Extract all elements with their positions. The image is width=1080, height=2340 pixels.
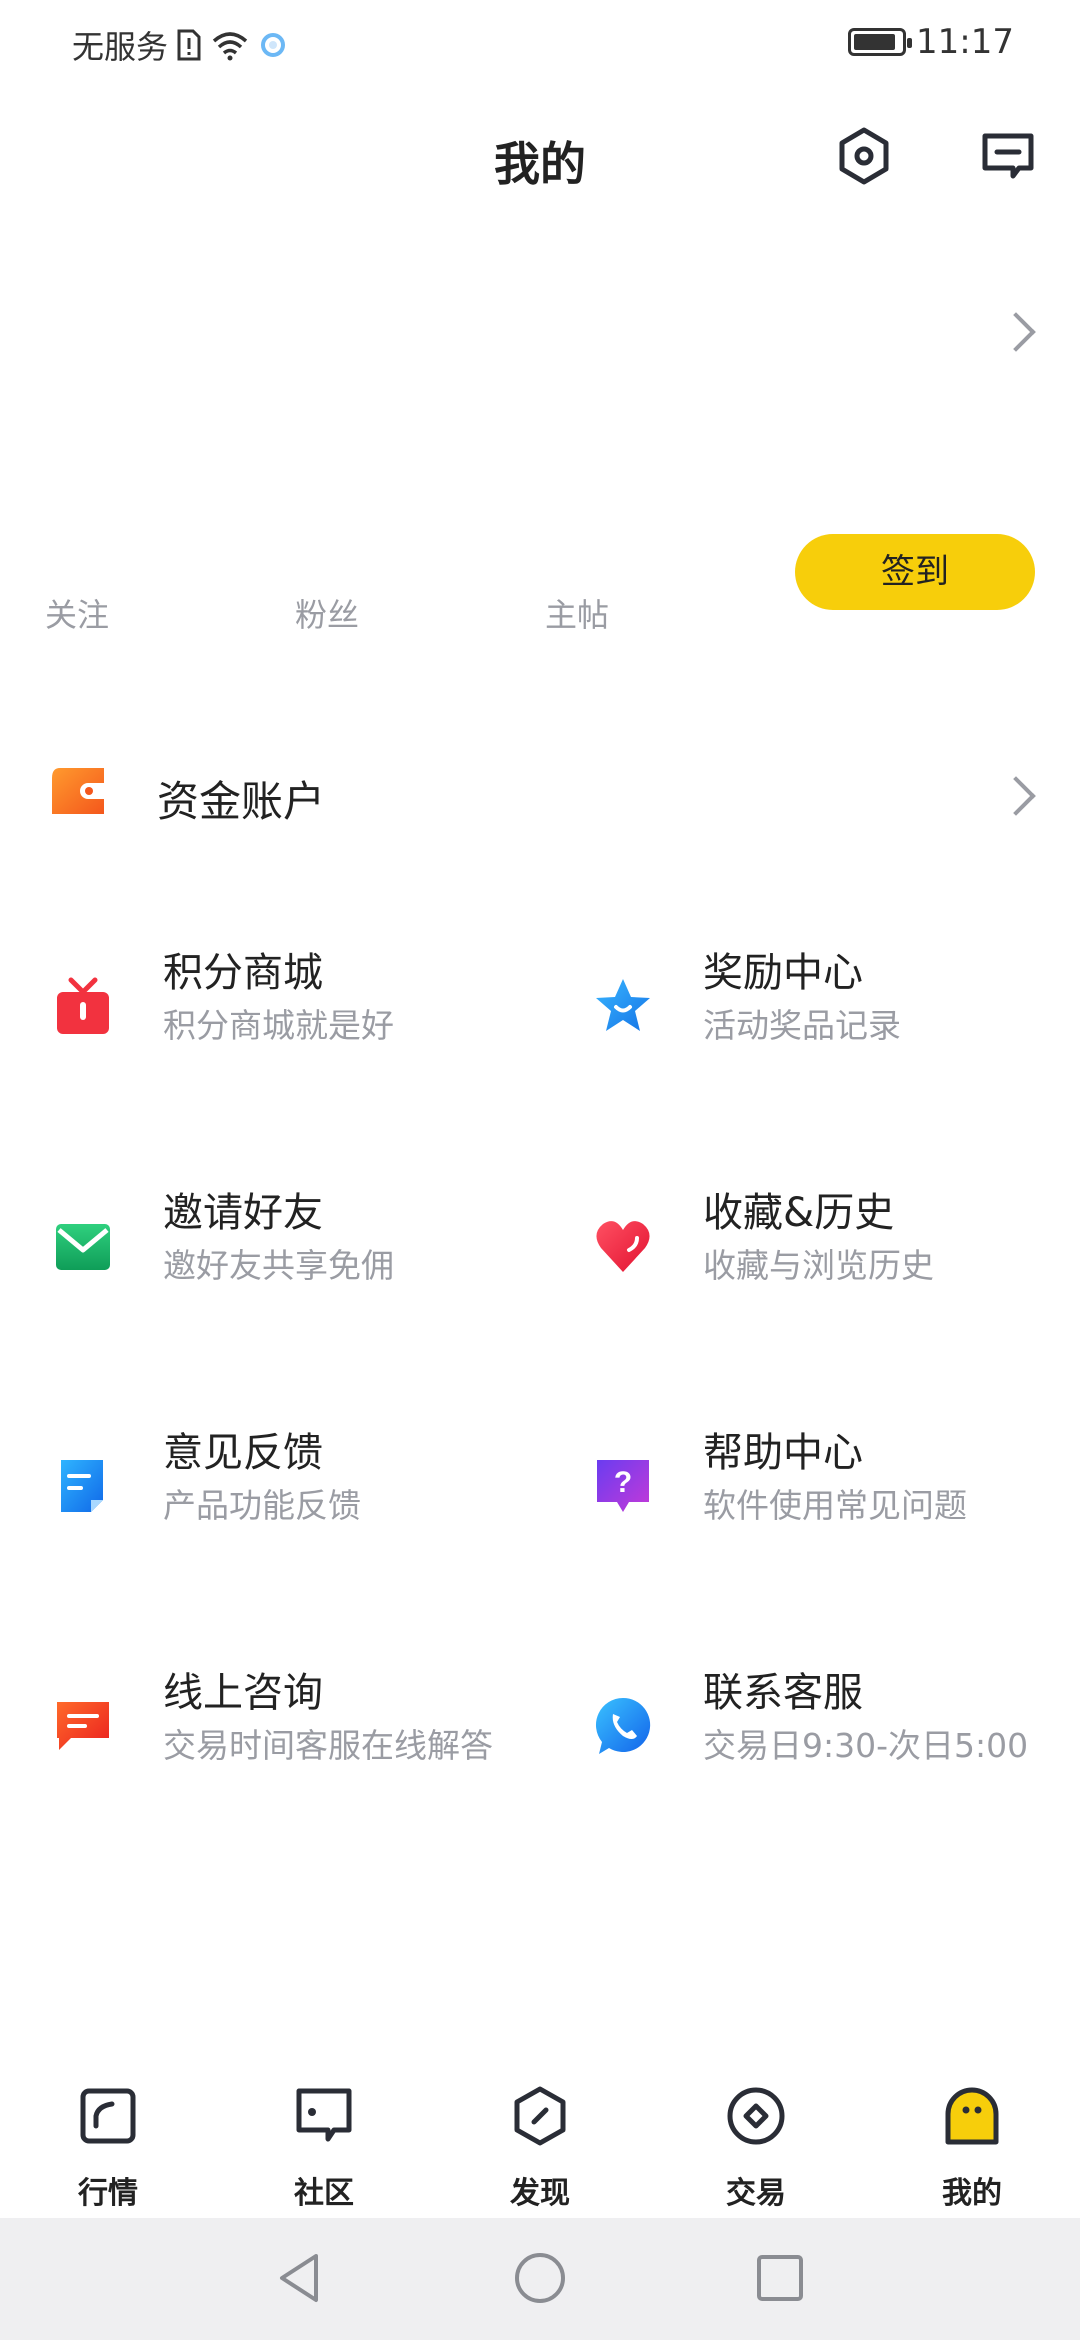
fund-account-label: 资金账户 [157, 777, 326, 826]
feature-subtitle: 软件使用常见问题 [703, 1486, 967, 1525]
nav-label: 发现 [510, 2176, 570, 2211]
clock-text: 11:17 [916, 22, 1014, 62]
gift-icon [57, 977, 109, 1034]
header: 我的 [0, 110, 1080, 200]
fans-stat[interactable]: 粉丝 [295, 590, 359, 636]
feature-subtitle: 收藏与浏览历史 [703, 1246, 934, 1285]
feature-help-center[interactable]: ? 帮助中心 软件使用常见问题 [593, 1420, 1080, 1600]
nav-discover[interactable]: 发现 [432, 2070, 648, 2220]
page-title: 我的 [494, 137, 586, 191]
message-button[interactable] [976, 124, 1040, 188]
help-icon: ? [597, 1460, 649, 1512]
chevron-right-icon [996, 312, 1036, 352]
feature-title: 意见反馈 [163, 1430, 323, 1476]
wifi-icon [212, 32, 248, 61]
status-right: 11:17 [848, 22, 1014, 62]
follow-stat[interactable]: 关注 [45, 590, 109, 636]
feature-invite-friends[interactable]: 邀请好友 邀好友共享免佣 [53, 1180, 573, 1360]
feature-subtitle: 产品功能反馈 [163, 1486, 361, 1525]
chat-icon [57, 1702, 109, 1750]
feature-subtitle: 邀好友共享免佣 [163, 1246, 394, 1285]
feature-title: 奖励中心 [703, 950, 863, 996]
back-icon[interactable] [268, 2246, 332, 2310]
profile-row[interactable] [0, 240, 1080, 420]
heart-icon [596, 1221, 650, 1272]
battery-fill [854, 34, 896, 50]
nav-market[interactable]: 行情 [0, 2070, 216, 2220]
community-icon [296, 2088, 352, 2142]
feature-title: 联系客服 [703, 1670, 863, 1716]
feature-title: 收藏&历史 [703, 1190, 895, 1236]
feature-online-consult[interactable]: 线上咨询 交易时间客服在线解答 [53, 1660, 573, 1840]
feature-feedback[interactable]: 意见反馈 产品功能反馈 [53, 1420, 573, 1600]
market-icon [80, 2088, 136, 2144]
status-bar: 无服务 11:17 [0, 0, 1080, 90]
feature-subtitle: 交易日9:30-次日5:00 [703, 1726, 1029, 1765]
feedback-icon [61, 1460, 103, 1512]
profile-icon [945, 2087, 999, 2145]
nav-label: 行情 [78, 2176, 138, 2211]
recents-icon[interactable] [748, 2246, 812, 2310]
nav-community[interactable]: 社区 [216, 2070, 432, 2220]
feature-points-mall[interactable]: 积分商城 积分商城就是好 [53, 940, 573, 1120]
trade-icon [727, 2087, 785, 2145]
settings-button[interactable] [832, 124, 896, 188]
feature-subtitle: 交易时间客服在线解答 [163, 1726, 493, 1765]
feature-contact-service[interactable]: 联系客服 交易日9:30-次日5:00 [593, 1660, 1080, 1840]
app-notification-icon [261, 33, 286, 57]
feature-subtitle: 活动奖品记录 [703, 1006, 901, 1045]
envelope-icon [56, 1224, 110, 1270]
status-left: 无服务 [72, 22, 288, 68]
sim-alert-icon [177, 29, 201, 61]
battery-icon [848, 28, 913, 56]
feature-title: 线上咨询 [163, 1670, 323, 1716]
feature-title: 帮助中心 [703, 1430, 863, 1476]
signin-button[interactable]: 签到 [795, 534, 1035, 610]
feature-title: 邀请好友 [163, 1190, 323, 1236]
message-icon [982, 133, 1034, 179]
nav-trade[interactable]: 交易 [648, 2070, 864, 2220]
wallet-icon [52, 768, 104, 814]
nav-label: 我的 [942, 2176, 1002, 2211]
fund-account-row[interactable]: 资金账户 [0, 740, 1080, 850]
home-icon[interactable] [508, 2246, 572, 2310]
feature-title: 积分商城 [163, 950, 323, 996]
settings-hexagon-icon [839, 127, 889, 185]
feature-reward-center[interactable]: 奖励中心 活动奖品记录 [593, 940, 1080, 1120]
posts-stat[interactable]: 主帖 [545, 590, 609, 636]
feature-subtitle: 积分商城就是好 [163, 1006, 394, 1045]
carrier-text: 无服务 [72, 28, 169, 66]
feature-favorites-history[interactable]: 收藏&历史 收藏与浏览历史 [593, 1180, 1080, 1360]
chevron-right-icon [996, 776, 1036, 816]
bottom-nav: 行情 社区 发现 交易 我的 [0, 2070, 1080, 2220]
nav-label: 交易 [726, 2176, 786, 2211]
svg-text:?: ? [614, 1466, 632, 1499]
star-icon [596, 979, 650, 1031]
system-nav-bar [0, 2218, 1080, 2340]
nav-label: 社区 [294, 2176, 354, 2211]
phone-icon [595, 1697, 651, 1754]
nav-profile[interactable]: 我的 [864, 2070, 1080, 2220]
discover-icon [514, 2086, 566, 2146]
